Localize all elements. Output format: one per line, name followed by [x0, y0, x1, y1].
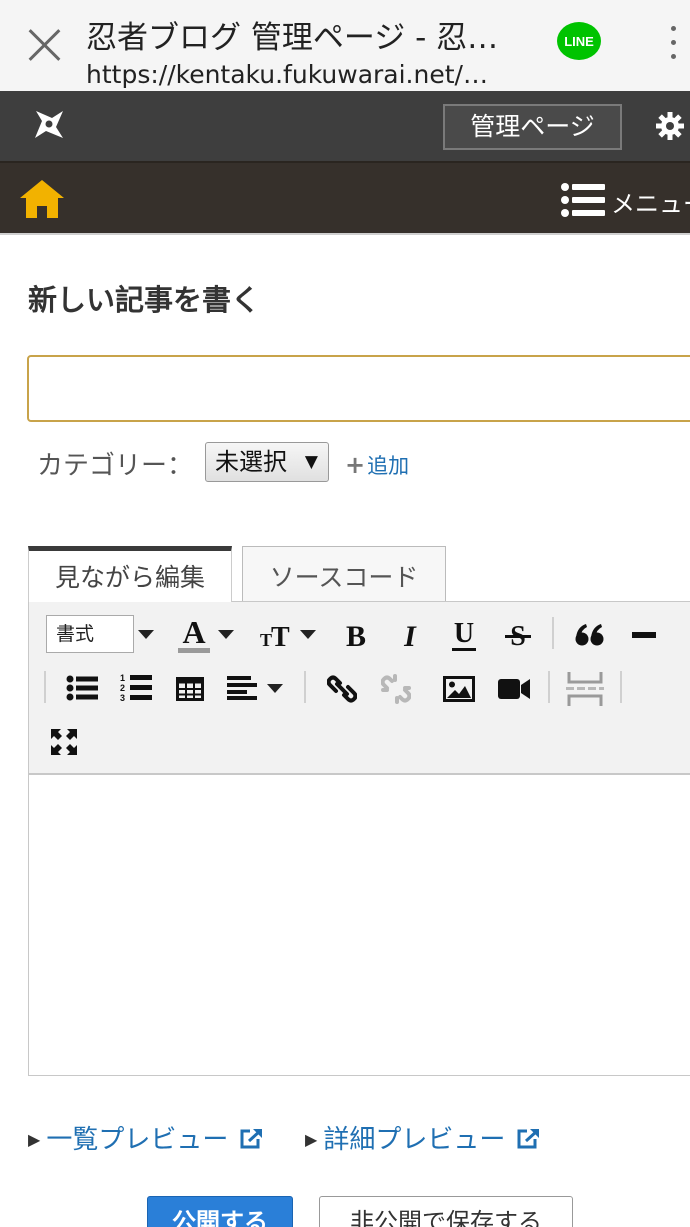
line-label: LINE: [564, 34, 594, 49]
format-select[interactable]: 書式: [46, 615, 134, 653]
add-category-link[interactable]: +追加: [345, 450, 409, 480]
svg-text:B: B: [346, 620, 366, 651]
format-dropdown-icon[interactable]: [136, 625, 156, 645]
svg-text:2: 2: [120, 683, 125, 693]
table-icon[interactable]: [172, 674, 208, 704]
home-icon[interactable]: [18, 178, 66, 220]
fullscreen-icon[interactable]: [48, 726, 80, 758]
list-preview-link[interactable]: ▶ 一覧プレビュー: [28, 1119, 263, 1156]
admin-page-button[interactable]: 管理ページ: [443, 104, 622, 150]
caret-right-icon: ▶: [305, 1130, 318, 1149]
detail-preview-label: 詳細プレビュー: [323, 1125, 506, 1155]
plus-icon: +: [345, 451, 366, 479]
save-private-button[interactable]: 非公開で保存する: [319, 1196, 573, 1227]
tab-visual-editor[interactable]: 見ながら編集: [28, 546, 232, 602]
publish-button[interactable]: 公開する: [147, 1196, 293, 1227]
toolbar-separator: [304, 671, 306, 703]
font-size-dropdown-icon[interactable]: [298, 625, 318, 645]
image-icon[interactable]: [440, 674, 478, 704]
external-link-icon: [517, 1129, 539, 1149]
svg-text:3: 3: [120, 693, 125, 703]
font-color-icon[interactable]: A: [174, 615, 214, 655]
article-title-input[interactable]: [27, 355, 690, 422]
browser-title: 忍者ブログ 管理ページ - 忍…: [86, 20, 499, 56]
category-label: カテゴリー：: [37, 451, 194, 481]
svg-text:I: I: [403, 620, 417, 651]
italic-icon[interactable]: I: [392, 617, 428, 653]
category-select[interactable]: 未選択 ▼: [205, 442, 329, 482]
dropdown-arrow-icon: ▼: [304, 452, 318, 472]
toolbar-separator: [548, 671, 550, 703]
toolbar-separator: [620, 671, 622, 703]
video-icon[interactable]: [494, 674, 534, 704]
align-icon[interactable]: [224, 674, 260, 702]
underline-icon[interactable]: U: [446, 615, 482, 655]
editor-content-area[interactable]: [28, 775, 690, 1076]
browser-url[interactable]: https://kentaku.fukuwarai.net/…: [86, 60, 526, 91]
close-icon[interactable]: [26, 26, 64, 64]
line-share-icon[interactable]: LINE: [556, 20, 602, 66]
category-selected-value: 未選択: [215, 448, 287, 476]
external-link-icon: [240, 1129, 262, 1149]
link-icon[interactable]: [324, 672, 360, 706]
blockquote-icon[interactable]: [573, 619, 607, 651]
page-title: 新しい記事を書く: [28, 283, 261, 317]
font-color-dropdown-icon[interactable]: [216, 625, 236, 645]
caret-right-icon: ▶: [28, 1130, 41, 1149]
shuriken-logo-icon[interactable]: [32, 107, 66, 141]
svg-text:A: A: [182, 615, 205, 650]
toolbar-separator: [44, 671, 46, 703]
bold-icon[interactable]: B: [338, 617, 374, 653]
font-size-icon[interactable]: T T: [258, 620, 298, 652]
svg-text:1: 1: [120, 673, 125, 683]
detail-preview-link[interactable]: ▶ 詳細プレビュー: [305, 1119, 540, 1156]
tab-source-code[interactable]: ソースコード: [242, 546, 446, 602]
add-category-label: 追加: [367, 454, 410, 478]
list-preview-label: 一覧プレビュー: [46, 1125, 229, 1155]
more-options-icon[interactable]: [668, 26, 678, 62]
menu-icon[interactable]: [560, 183, 606, 217]
horizontal-rule-icon[interactable]: [628, 625, 660, 645]
menu-label[interactable]: メニュー: [611, 184, 690, 219]
gear-icon[interactable]: [656, 112, 684, 140]
align-dropdown-icon[interactable]: [265, 679, 285, 699]
page-break-icon[interactable]: [564, 670, 606, 708]
bullet-list-icon[interactable]: [64, 672, 100, 704]
svg-text:T: T: [271, 622, 290, 651]
strikethrough-icon[interactable]: S: [500, 617, 536, 653]
svg-text:U: U: [454, 618, 474, 649]
unlink-icon[interactable]: [378, 672, 414, 706]
toolbar-separator: [552, 617, 554, 649]
numbered-list-icon[interactable]: 123: [118, 671, 154, 705]
